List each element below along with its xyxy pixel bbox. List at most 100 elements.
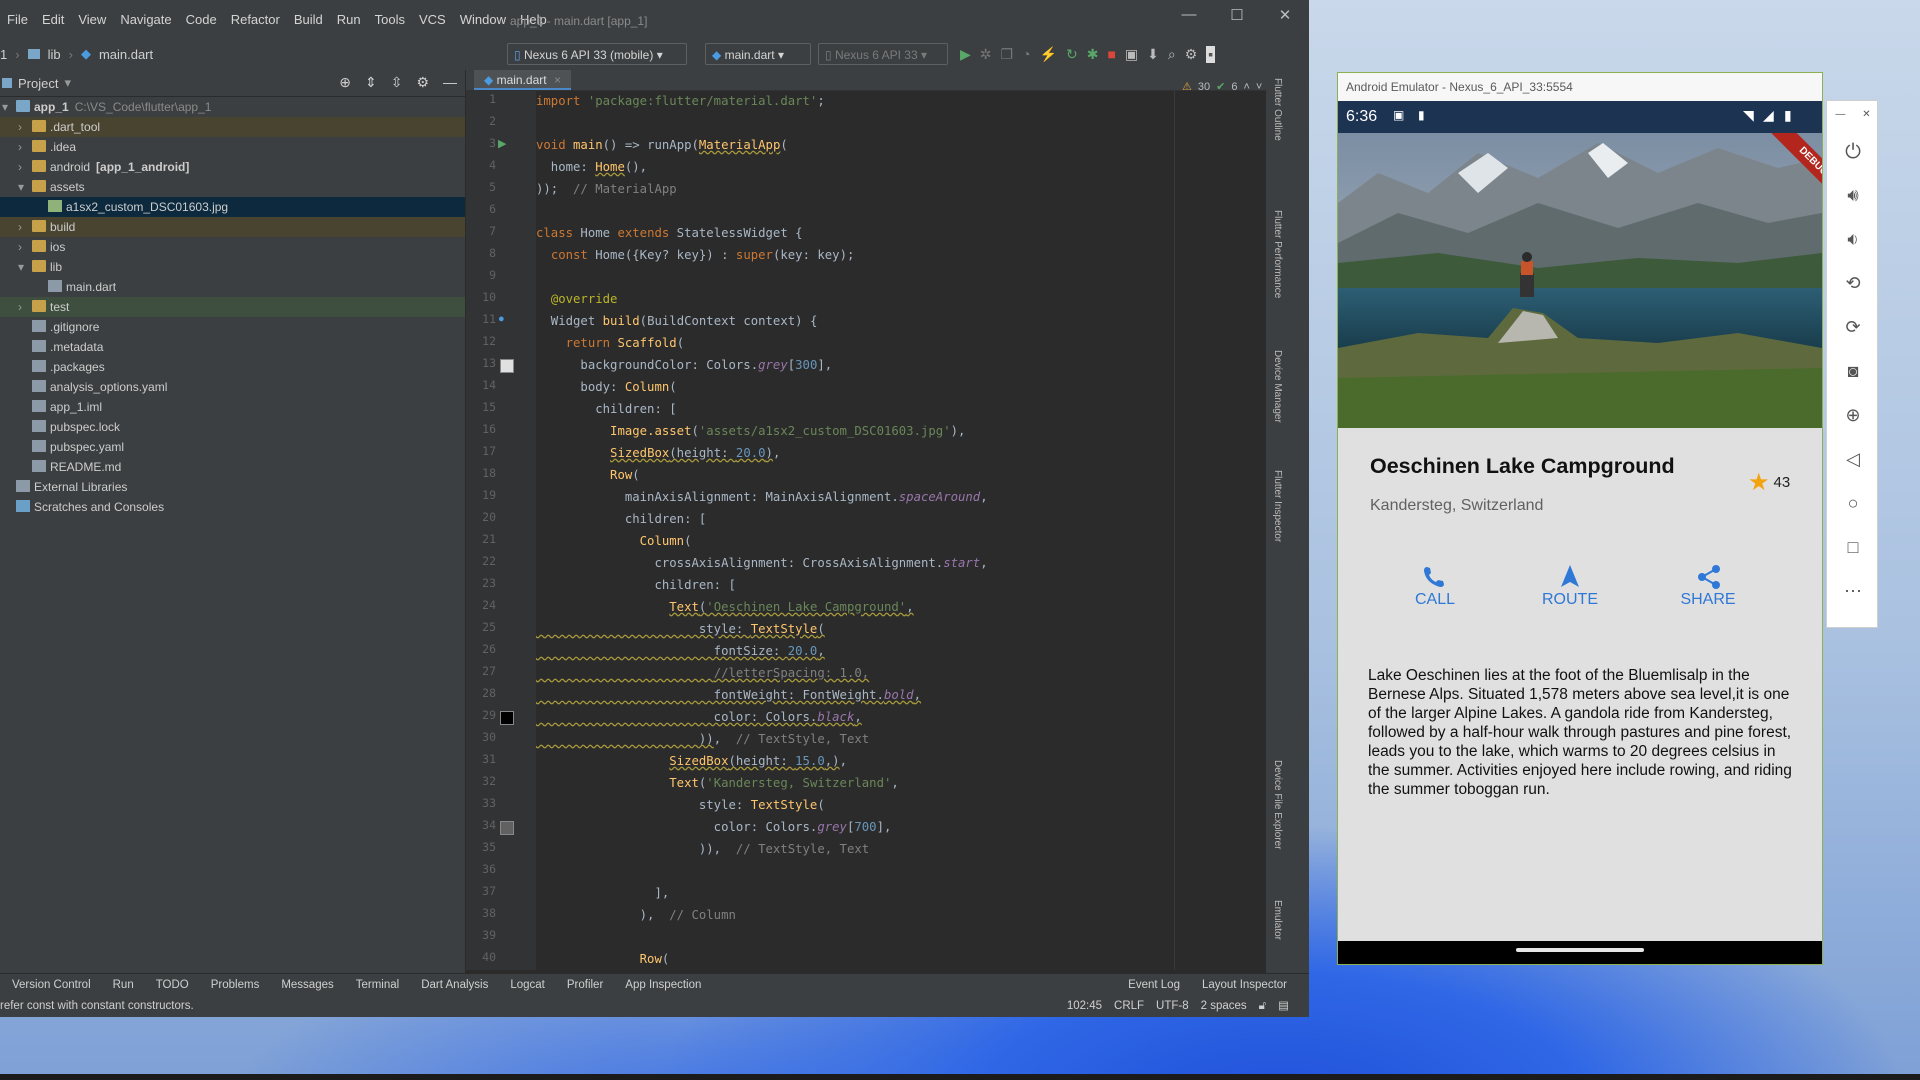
- tool-window-terminal[interactable]: Terminal: [356, 979, 399, 991]
- tree-item[interactable]: › android [app_1_android]: [0, 157, 465, 177]
- file-encoding[interactable]: UTF-8: [1156, 995, 1189, 1017]
- code-line[interactable]: mainAxisAlignment: MainAxisAlignment.spa…: [536, 486, 988, 508]
- code-line[interactable]: )), // TextStyle, Text: [536, 728, 869, 750]
- code-line[interactable]: @override: [536, 288, 618, 310]
- rating[interactable]: ★ 43: [1748, 468, 1790, 497]
- side-panel-device-manager[interactable]: Device Manager: [1272, 350, 1283, 423]
- tool-window-dart-analysis[interactable]: Dart Analysis: [421, 979, 488, 991]
- side-panel-flutter-performance[interactable]: Flutter Performance: [1272, 210, 1283, 298]
- code-line[interactable]: void main() => runApp(MaterialApp(: [536, 134, 788, 156]
- color-swatch[interactable]: [500, 711, 514, 725]
- code-line[interactable]: Widget build(BuildContext context) {: [536, 310, 818, 332]
- expand-all-icon[interactable]: ⇕: [365, 74, 377, 91]
- tool-window-event-log[interactable]: Event Log: [1128, 979, 1180, 991]
- menu-item-tools[interactable]: Tools: [368, 12, 412, 27]
- indent-setting[interactable]: 2 spaces: [1201, 995, 1247, 1017]
- chevron-icon[interactable]: ›: [18, 217, 32, 237]
- rotate-right-icon[interactable]: ⟳: [1827, 317, 1879, 338]
- tree-item[interactable]: app_1.iml: [0, 397, 465, 417]
- coverage-icon[interactable]: ❐: [1001, 46, 1014, 63]
- inspection-widget[interactable]: ⚠ 30 ✔ 6 ˄ ˅: [1182, 80, 1262, 94]
- minimize-icon[interactable]: —: [1165, 6, 1213, 24]
- tree-item[interactable]: ▾ assets: [0, 177, 465, 197]
- code-area[interactable]: import 'package:flutter/material.dart'; v…: [536, 90, 1246, 970]
- code-line[interactable]: fontWeight: FontWeight.bold,: [536, 684, 921, 706]
- code-line[interactable]: backgroundColor: Colors.grey[300],: [536, 354, 832, 376]
- rotate-left-icon[interactable]: ⟲: [1827, 273, 1879, 294]
- tree-item[interactable]: .gitignore: [0, 317, 465, 337]
- gear-icon[interactable]: ⚙: [1185, 46, 1198, 63]
- override-icon[interactable]: ●: [498, 313, 505, 325]
- call-button[interactable]: CALL: [1390, 561, 1480, 609]
- tool-window-profiler[interactable]: Profiler: [567, 979, 603, 991]
- code-line[interactable]: Column(: [536, 530, 692, 552]
- code-line[interactable]: style: TextStyle(: [536, 618, 825, 640]
- code-line[interactable]: const Home({Key? key}) : super(key: key)…: [536, 244, 855, 266]
- side-panel-emulator[interactable]: Emulator: [1272, 900, 1283, 940]
- menu-item-window[interactable]: Window: [453, 12, 513, 27]
- code-line[interactable]: style: TextStyle(: [536, 794, 825, 816]
- overview-icon[interactable]: □: [1827, 537, 1879, 558]
- tool-window-version-control[interactable]: Version Control: [12, 979, 91, 991]
- chevron-icon[interactable]: ›: [18, 297, 32, 317]
- back-icon[interactable]: ◁: [1827, 449, 1879, 470]
- tree-item[interactable]: ▾ app_1 C:\VS_Code\flutter\app_1: [0, 97, 465, 117]
- menu-item-edit[interactable]: Edit: [35, 12, 71, 27]
- device-selector[interactable]: ▯ Nexus 6 API 33 (mobile) ▾: [507, 43, 687, 65]
- chevron-icon[interactable]: ▾: [18, 177, 32, 197]
- breadcrumb-item[interactable]: 1: [0, 47, 7, 62]
- breadcrumb-item[interactable]: lib: [48, 47, 61, 62]
- code-line[interactable]: Text('Kandersteg, Switzerland',: [536, 772, 899, 794]
- stop-icon[interactable]: ■: [1107, 46, 1115, 63]
- tree-item[interactable]: README.md: [0, 457, 465, 477]
- hide-icon[interactable]: —: [443, 74, 457, 91]
- search-icon[interactable]: ⌕: [1168, 46, 1176, 63]
- code-line[interactable]: ],: [536, 882, 669, 904]
- volume-up-icon[interactable]: 🔊︎: [1827, 185, 1879, 206]
- project-view-selector[interactable]: Project: [18, 76, 58, 91]
- tree-item[interactable]: a1sx2_custom_DSC01603.jpg: [0, 197, 465, 217]
- route-button[interactable]: ROUTE: [1525, 561, 1615, 609]
- notifications-icon[interactable]: ▤: [1278, 995, 1289, 1017]
- maximize-icon[interactable]: ☐: [1213, 6, 1261, 24]
- code-line[interactable]: Row(: [536, 464, 640, 486]
- collapse-all-icon[interactable]: ⇳: [391, 74, 403, 91]
- chevron-icon[interactable]: ›: [18, 157, 32, 177]
- side-panel-device-file-explorer[interactable]: Device File Explorer: [1272, 760, 1283, 849]
- close-tab-icon[interactable]: ×: [554, 73, 561, 87]
- run-icon[interactable]: ▶: [960, 46, 971, 63]
- target-device-selector[interactable]: ▯ Nexus 6 API 33 ▾: [818, 43, 948, 65]
- tree-item[interactable]: pubspec.yaml: [0, 437, 465, 457]
- chevron-icon[interactable]: ▾: [18, 257, 32, 277]
- code-line[interactable]: import 'package:flutter/material.dart';: [536, 90, 825, 112]
- code-line[interactable]: Row(: [536, 948, 670, 970]
- tree-item[interactable]: › .idea: [0, 137, 465, 157]
- code-line[interactable]: fontSize: 20.0,: [536, 640, 825, 662]
- chevron-down-icon[interactable]: ˅: [1256, 81, 1262, 93]
- tree-item[interactable]: .metadata: [0, 337, 465, 357]
- menu-item-refactor[interactable]: Refactor: [224, 12, 287, 27]
- code-line[interactable]: body: Column(: [536, 376, 676, 398]
- profile-icon[interactable]: ◔: [1022, 46, 1030, 63]
- tool-window-messages[interactable]: Messages: [281, 979, 333, 991]
- attach-debugger-icon[interactable]: ✱: [1087, 46, 1099, 63]
- zoom-icon[interactable]: ⊕: [1827, 405, 1879, 426]
- menu-item-code[interactable]: Code: [179, 12, 224, 27]
- home-icon[interactable]: ○: [1827, 493, 1879, 514]
- tool-window-app-inspection[interactable]: App Inspection: [625, 979, 701, 991]
- code-line[interactable]: class Home extends StatelessWidget {: [536, 222, 803, 244]
- caret-position[interactable]: 102:45: [1067, 995, 1102, 1017]
- code-line[interactable]: ), // Column: [536, 904, 736, 926]
- side-panel-flutter-inspector[interactable]: Flutter Inspector: [1272, 470, 1283, 542]
- code-line[interactable]: Image.asset('assets/a1sx2_custom_DSC0160…: [536, 420, 965, 442]
- tree-item[interactable]: analysis_options.yaml: [0, 377, 465, 397]
- code-line[interactable]: Text('Oeschinen Lake Campground',: [536, 596, 913, 618]
- breadcrumb-item[interactable]: main.dart: [99, 47, 153, 62]
- sdk-manager-icon[interactable]: ⬇: [1147, 46, 1159, 63]
- chevron-icon[interactable]: ›: [18, 117, 32, 137]
- tree-item[interactable]: .packages: [0, 357, 465, 377]
- code-line[interactable]: SizedBox(height: 15.0,),: [536, 750, 847, 772]
- tool-window-layout-inspector[interactable]: Layout Inspector: [1202, 979, 1287, 991]
- code-line[interactable]: )), // TextStyle, Text: [536, 838, 869, 860]
- tool-window-problems[interactable]: Problems: [211, 979, 260, 991]
